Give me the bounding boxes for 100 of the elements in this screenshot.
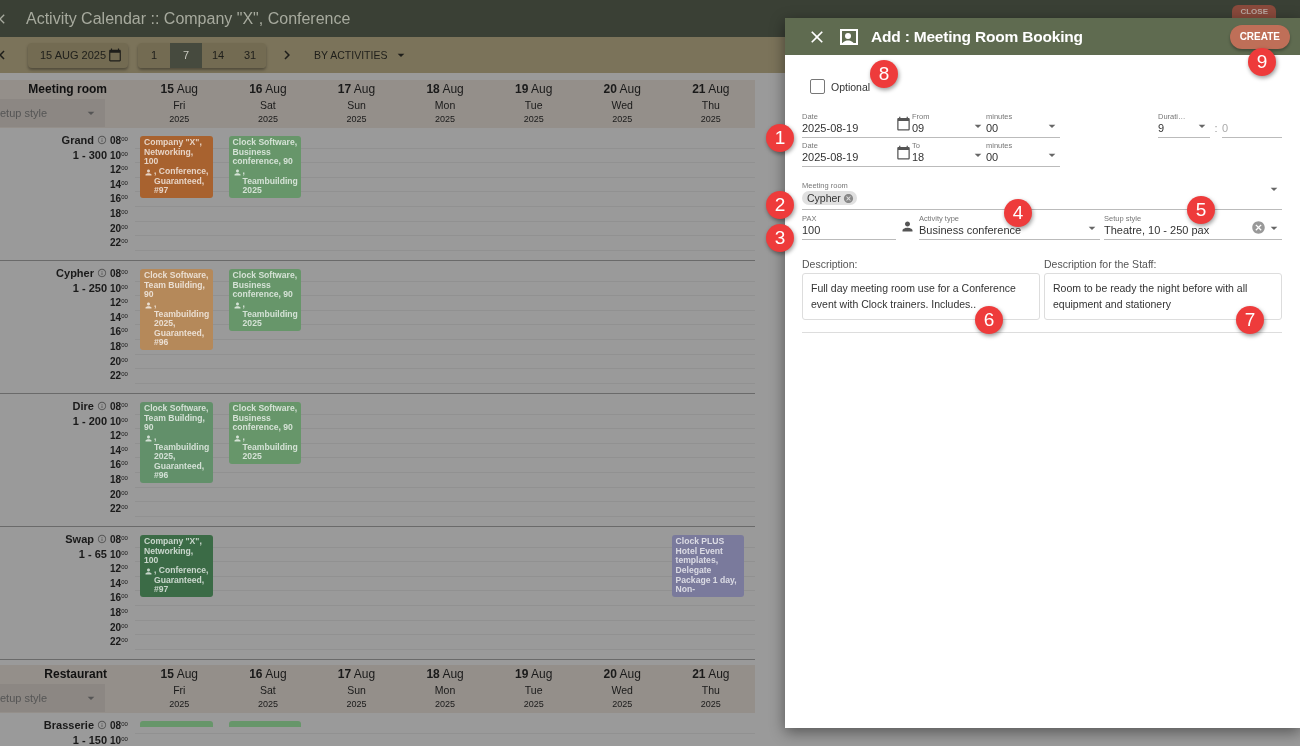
input-field[interactable]: 9 bbox=[1158, 121, 1210, 135]
day-date: 20 Aug bbox=[603, 82, 641, 96]
room-capacity: 1 - 65 bbox=[78, 548, 107, 560]
day-date: 18 Aug bbox=[426, 82, 464, 96]
hour-label: 10$^{00}$ bbox=[110, 734, 128, 746]
input-field[interactable]: 100 bbox=[802, 223, 896, 237]
input-field[interactable]: 00 bbox=[986, 150, 1060, 164]
group-label: Meeting room bbox=[28, 81, 108, 96]
event-text: , Conference, Guaranteed, #97 bbox=[154, 166, 209, 196]
year: 2025 bbox=[700, 114, 721, 124]
info-icon[interactable] bbox=[97, 135, 107, 145]
day-date: 21 Aug bbox=[692, 667, 730, 681]
hour-label: 08$^{00}$ bbox=[110, 135, 128, 146]
event-text: Clock Software, Team Building, 90 bbox=[144, 271, 209, 300]
hour-label: 10$^{00}$ bbox=[110, 548, 128, 560]
hour-label: 10$^{00}$ bbox=[110, 282, 128, 294]
presenter-icon bbox=[839, 27, 859, 46]
weekday: Thu bbox=[701, 99, 720, 111]
event-text: , Teambuilding 2025 bbox=[242, 432, 298, 462]
weekday: Sat bbox=[260, 99, 276, 111]
person-icon bbox=[232, 433, 242, 443]
weekday: Thu bbox=[701, 684, 720, 696]
dialog-title: Add : Meeting Room Booking bbox=[871, 27, 1083, 46]
event-card[interactable]: Company "X", Networking, 100 , Conference, Guaranteed, #97 bbox=[140, 535, 213, 597]
info-icon[interactable] bbox=[97, 268, 107, 278]
hour-label: 14$^{00}$ bbox=[110, 178, 128, 190]
hour-label: 14$^{00}$ bbox=[110, 311, 128, 323]
input-field[interactable]: Theatre, 10 - 250 pax bbox=[1104, 223, 1282, 237]
event-text: , Teambuilding 2025 bbox=[242, 166, 298, 196]
year: 2025 bbox=[346, 114, 367, 124]
event-text: Clock Software, Business conference, 90 bbox=[232, 138, 298, 167]
input-field[interactable]: 09 bbox=[912, 121, 986, 135]
calendar-icon[interactable] bbox=[896, 145, 911, 160]
input-field[interactable]: 2025-08-19 bbox=[802, 150, 896, 164]
year: 2025 bbox=[612, 114, 633, 124]
person-icon bbox=[144, 566, 153, 576]
remove-icon[interactable] bbox=[842, 192, 854, 204]
room-capacity: 1 - 200 bbox=[72, 415, 107, 427]
weekday: Sat bbox=[260, 684, 276, 696]
year: 2025 bbox=[257, 699, 278, 709]
date-picker-button[interactable]: 15 AUG 2025 bbox=[28, 42, 129, 68]
input-field[interactable]: 00 bbox=[986, 121, 1060, 135]
weekday: Tue bbox=[524, 684, 543, 696]
event-bar[interactable] bbox=[140, 721, 213, 727]
event-text: , Teambuilding 2025, Guaranteed, #96 bbox=[154, 432, 210, 481]
hour-label: 22$^{00}$ bbox=[110, 370, 128, 382]
year: 2025 bbox=[169, 699, 190, 709]
event-text: Clock Software, Team Building, 90 bbox=[144, 404, 209, 433]
range-tab[interactable]: 7 bbox=[170, 42, 203, 68]
year: 2025 bbox=[700, 699, 721, 709]
close-button[interactable]: CLOSE bbox=[1232, 5, 1276, 18]
hour-label: 18$^{00}$ bbox=[110, 340, 128, 352]
event-card[interactable]: Clock Software, Business conference, 90 , Teambuilding 2025 bbox=[228, 402, 302, 464]
hour-label: 14$^{00}$ bbox=[110, 577, 128, 589]
year: 2025 bbox=[523, 699, 544, 709]
hour-label: 14$^{00}$ bbox=[110, 444, 128, 456]
room-name: Cypher bbox=[56, 267, 94, 279]
event-text: Company "X", Networking, 100 bbox=[144, 138, 203, 167]
info-icon[interactable] bbox=[97, 720, 107, 730]
calendar-icon[interactable] bbox=[896, 116, 911, 131]
event-card[interactable]: Clock Software, Business conference, 90 , Teambuilding 2025 bbox=[228, 136, 302, 198]
event-card[interactable]: Company "X", Networking, 100 , Conference, Guaranteed, #97 bbox=[140, 136, 213, 198]
hour-label: 22$^{00}$ bbox=[110, 503, 128, 515]
room-capacity: 1 - 150 bbox=[72, 734, 107, 746]
hour-label: 08$^{00}$ bbox=[110, 268, 128, 279]
event-card[interactable]: Clock Software, Team Building, 90 , Teambuilding 2025, Guaranteed, #96 bbox=[140, 402, 213, 483]
day-date: 16 Aug bbox=[249, 667, 287, 681]
day-date: 19 Aug bbox=[514, 667, 553, 681]
year: 2025 bbox=[257, 114, 278, 124]
info-icon[interactable] bbox=[97, 401, 107, 411]
event-bar[interactable] bbox=[228, 721, 302, 727]
event-card[interactable]: Clock PLUS Hotel Event templates, Delegate Package 1 day, Non- bbox=[671, 535, 745, 597]
info-icon[interactable] bbox=[97, 534, 107, 544]
weekday: Fri bbox=[173, 684, 186, 696]
weekday: Mon bbox=[434, 99, 456, 111]
person-icon bbox=[144, 167, 153, 177]
clear-icon[interactable] bbox=[1251, 220, 1266, 235]
input-field[interactable]: 18 bbox=[912, 150, 986, 164]
input-field[interactable]: 0 bbox=[1222, 121, 1282, 135]
room-name: Grand bbox=[61, 134, 94, 146]
weekday: Sun bbox=[347, 99, 366, 111]
event-card[interactable]: Clock Software, Business conference, 90 , Teambuilding 2025 bbox=[228, 269, 302, 331]
range-tab[interactable]: 1 bbox=[138, 42, 171, 68]
range-tab[interactable]: 14 bbox=[202, 42, 235, 68]
hour-label: 08$^{00}$ bbox=[110, 401, 128, 412]
day-date: 18 Aug bbox=[426, 667, 464, 681]
hour-label: 12$^{00}$ bbox=[110, 430, 128, 442]
range-tab[interactable]: 31 bbox=[234, 42, 267, 68]
event-text: Clock PLUS Hotel Event templates, Delegate Package 1 day, Non- bbox=[675, 537, 738, 595]
input-field[interactable]: 2025-08-19 bbox=[802, 121, 896, 135]
view-select[interactable]: BY ACTIVITIES bbox=[314, 47, 410, 63]
day-date: 19 Aug bbox=[514, 82, 553, 96]
weekday: Wed bbox=[611, 99, 633, 111]
optional-checkbox[interactable] bbox=[810, 79, 825, 94]
day-date: 20 Aug bbox=[603, 667, 641, 681]
create-button[interactable]: CREATE bbox=[1229, 24, 1290, 49]
time-separator: : bbox=[1213, 122, 1219, 136]
weekday: Fri bbox=[173, 99, 186, 111]
room-name: Swap bbox=[65, 533, 94, 545]
event-card[interactable]: Clock Software, Team Building, 90 , Teambuilding 2025, Guaranteed, #96 bbox=[140, 269, 213, 350]
